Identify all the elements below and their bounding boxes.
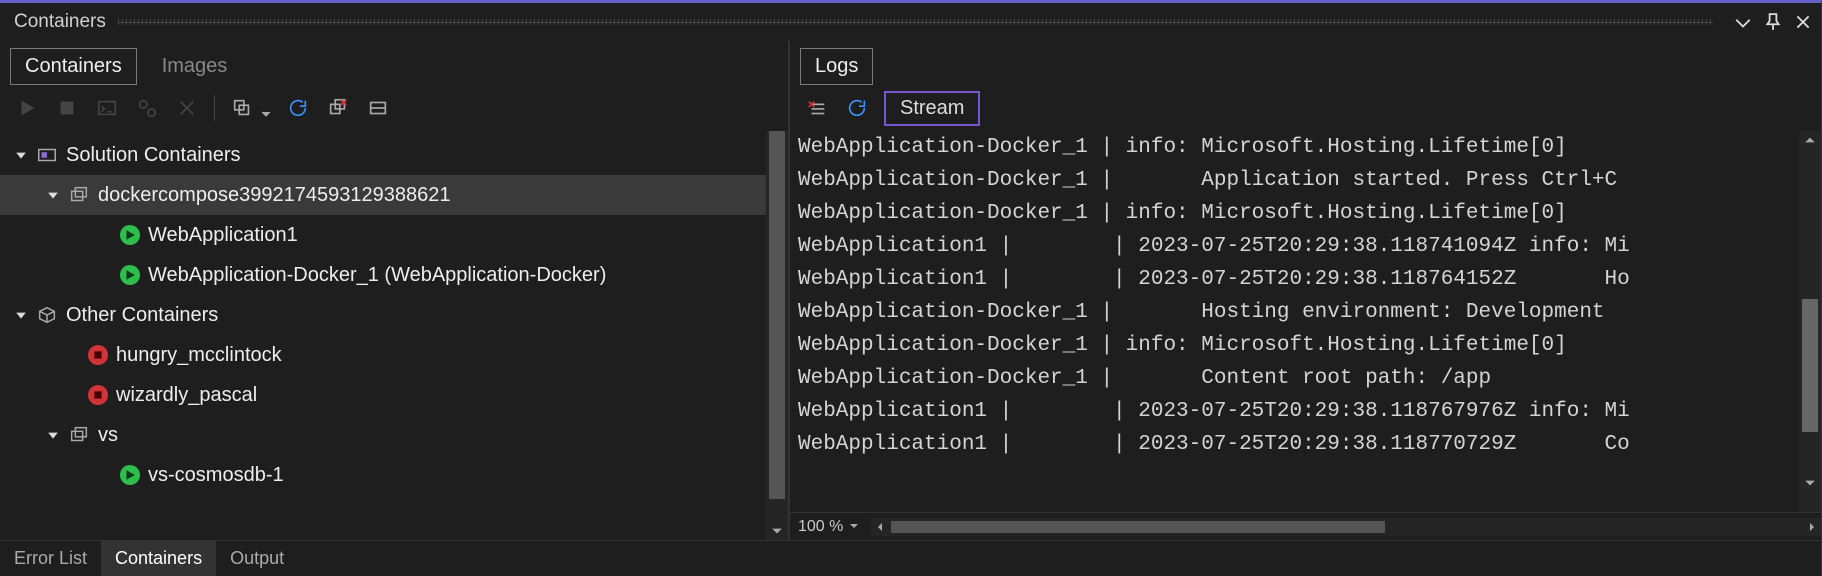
refresh-button[interactable] <box>285 95 311 121</box>
container-label: hungry_mcclintock <box>116 344 282 367</box>
solution-containers-label: Solution Containers <box>66 144 241 167</box>
log-line: WebApplication1 | | 2023-07-25T20:29:38.… <box>798 263 1799 296</box>
terminal-button[interactable] <box>94 95 120 121</box>
drag-grip[interactable] <box>118 19 1713 25</box>
logs-footer: 100 % <box>790 512 1821 540</box>
remove-button[interactable] <box>365 95 391 121</box>
log-line: WebApplication-Docker_1 | info: Microsof… <box>798 197 1799 230</box>
right-tabs: Logs <box>790 41 1821 85</box>
scroll-right-icon[interactable] <box>1803 518 1821 536</box>
other-containers-label: Other Containers <box>66 304 218 327</box>
container-label: WebApplication-Docker_1 (WebApplication-… <box>148 264 606 287</box>
solution-containers-header[interactable]: Solution Containers <box>0 135 766 175</box>
tab-images[interactable]: Images <box>147 48 243 85</box>
panel-titlebar: Containers <box>0 3 1821 41</box>
prune-button[interactable] <box>325 95 351 121</box>
other-containers-header[interactable]: Other Containers <box>0 295 766 335</box>
log-line: WebApplication1 | | 2023-07-25T20:29:38.… <box>798 395 1799 428</box>
toolbar-separator <box>214 95 215 121</box>
scroll-left-icon[interactable] <box>871 518 889 536</box>
log-line: WebApplication-Docker_1 | info: Microsof… <box>798 329 1799 362</box>
stopped-status-icon <box>88 385 108 405</box>
refresh-logs-button[interactable] <box>844 95 870 121</box>
log-line: WebApplication-Docker_1 | Content root p… <box>798 362 1799 395</box>
caret-down-icon[interactable] <box>14 148 28 162</box>
containers-tree[interactable]: Solution Containers dockercompose3992174… <box>0 131 766 540</box>
delete-button[interactable] <box>174 95 200 121</box>
log-horizontal-scrollbar[interactable] <box>871 518 1821 536</box>
vs-group-row[interactable]: vs <box>0 415 766 455</box>
status-tab-output[interactable]: Output <box>216 541 298 576</box>
scroll-thumb[interactable] <box>891 521 1385 533</box>
group-dropdown-icon[interactable] <box>261 103 271 113</box>
logs-toolbar: Stream <box>790 85 1821 131</box>
logs-right-pane: Logs Stream WebApplication-Docker_1 | in… <box>790 41 1821 540</box>
compose-group-label: dockercompose3992174593129388621 <box>98 184 451 207</box>
caret-down-icon[interactable] <box>46 428 60 442</box>
log-output[interactable]: WebApplication-Docker_1 | info: Microsof… <box>790 131 1799 512</box>
caret-down-icon[interactable] <box>46 188 60 202</box>
pin-button[interactable] <box>1761 10 1785 34</box>
clear-logs-button[interactable] <box>804 95 830 121</box>
compose-group-row[interactable]: dockercompose3992174593129388621 <box>0 175 766 215</box>
stopped-status-icon <box>88 345 108 365</box>
scroll-thumb[interactable] <box>769 131 785 499</box>
running-status-icon <box>120 465 140 485</box>
settings-button[interactable] <box>134 95 160 121</box>
tree-scrollbar[interactable] <box>766 131 788 540</box>
close-button[interactable] <box>1791 10 1815 34</box>
zoom-label[interactable]: 100 % <box>798 518 843 536</box>
running-status-icon <box>120 265 140 285</box>
container-row[interactable]: wizardly_pascal <box>0 375 766 415</box>
log-line: WebApplication-Docker_1 | Application st… <box>798 164 1799 197</box>
log-line: WebApplication-Docker_1 | Hosting enviro… <box>798 296 1799 329</box>
containers-panel: Containers Containers Images <box>0 0 1822 576</box>
log-line: WebApplication1 | | 2023-07-25T20:29:38.… <box>798 428 1799 461</box>
log-line: WebApplication1 | | 2023-07-25T20:29:38.… <box>798 230 1799 263</box>
group-containers-button[interactable] <box>229 95 255 121</box>
container-group-icon <box>36 304 58 326</box>
status-tab-error-list[interactable]: Error List <box>0 541 101 576</box>
container-label: WebApplication1 <box>148 224 298 247</box>
status-bar-tabs: Error List Containers Output <box>0 540 1821 576</box>
scroll-thumb[interactable] <box>1802 299 1818 432</box>
panel-title: Containers <box>14 11 106 33</box>
scroll-up-icon[interactable] <box>1799 131 1821 149</box>
scroll-down-icon[interactable] <box>1799 474 1821 492</box>
vs-group-label: vs <box>98 424 118 447</box>
compose-group-icon <box>68 184 90 206</box>
stop-button[interactable] <box>54 95 80 121</box>
container-label: wizardly_pascal <box>116 384 257 407</box>
tab-containers[interactable]: Containers <box>10 48 137 85</box>
container-row[interactable]: hungry_mcclintock <box>0 335 766 375</box>
zoom-dropdown-icon[interactable] <box>849 518 859 536</box>
compose-group-icon <box>68 424 90 446</box>
log-line: WebApplication-Docker_1 | info: Microsof… <box>798 131 1799 164</box>
start-button[interactable] <box>14 95 40 121</box>
containers-left-pane: Containers Images <box>0 41 790 540</box>
container-label: vs-cosmosdb-1 <box>148 464 284 487</box>
solution-icon <box>36 144 58 166</box>
caret-down-icon[interactable] <box>14 308 28 322</box>
stream-toggle[interactable]: Stream <box>884 91 980 126</box>
log-vertical-scrollbar[interactable] <box>1799 131 1821 512</box>
left-toolbar <box>0 85 788 131</box>
running-status-icon <box>120 225 140 245</box>
status-tab-containers[interactable]: Containers <box>101 541 216 576</box>
container-row[interactable]: vs-cosmosdb-1 <box>0 455 766 495</box>
container-row[interactable]: WebApplication-Docker_1 (WebApplication-… <box>0 255 766 295</box>
tab-logs[interactable]: Logs <box>800 48 873 85</box>
window-options-button[interactable] <box>1731 10 1755 34</box>
scroll-down-icon[interactable] <box>766 522 788 540</box>
container-row[interactable]: WebApplication1 <box>0 215 766 255</box>
left-tabs: Containers Images <box>0 41 788 85</box>
